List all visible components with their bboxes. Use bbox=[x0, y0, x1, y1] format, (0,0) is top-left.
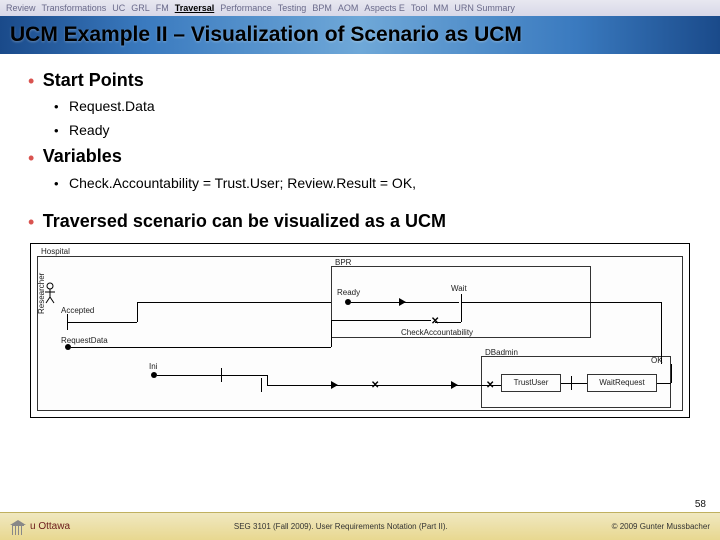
nav-item[interactable]: Aspects E bbox=[364, 3, 405, 13]
university-logo-icon bbox=[10, 520, 26, 534]
bullet-icon: • bbox=[54, 123, 59, 138]
actor-label: Researcher bbox=[37, 272, 46, 313]
title-banner: UCM Example II – Visualization of Scenar… bbox=[0, 16, 720, 54]
bullet-icon: • bbox=[28, 71, 34, 91]
path-line bbox=[71, 347, 331, 348]
wait-label: Wait bbox=[451, 284, 467, 293]
page-title: UCM Example II – Visualization of Scenar… bbox=[10, 23, 522, 47]
trustuser-box: TrustUser bbox=[501, 374, 561, 392]
path-line bbox=[661, 302, 662, 364]
footer-center: SEG 3101 (Fall 2009). User Requirements … bbox=[234, 522, 448, 531]
bullet-text: Start Points bbox=[43, 70, 144, 90]
path-line bbox=[137, 302, 331, 303]
bullet-main: • Traversed scenario can be visualized a… bbox=[28, 211, 692, 233]
path-line bbox=[435, 322, 461, 323]
nav-item[interactable]: Performance bbox=[220, 3, 272, 13]
bullet-main: • Variables bbox=[28, 146, 692, 168]
path-line bbox=[561, 383, 587, 384]
ini-label: Ini bbox=[149, 362, 157, 371]
path-line bbox=[67, 322, 137, 323]
path-line bbox=[461, 302, 462, 322]
nav-item-active[interactable]: Traversal bbox=[175, 3, 215, 13]
bullet-sub: • Ready bbox=[54, 122, 692, 140]
bullet-text: Check.Accountability = Trust.User; Revie… bbox=[69, 175, 416, 191]
nav-item[interactable]: Transformations bbox=[42, 3, 107, 13]
bullet-text: Request.Data bbox=[69, 98, 155, 114]
ucm-diagram: Hospital Researcher BPR DBadmin Accepted… bbox=[30, 243, 690, 418]
hospital-label: Hospital bbox=[41, 247, 70, 256]
path-line bbox=[671, 364, 672, 383]
top-nav: Review Transformations UC GRL FM Travers… bbox=[0, 0, 720, 16]
nav-item[interactable]: MM bbox=[433, 3, 448, 13]
trustuser-label: TrustUser bbox=[502, 378, 560, 387]
bullet-icon: • bbox=[28, 212, 34, 232]
waitrequest-box: WaitRequest bbox=[587, 374, 657, 392]
path-line bbox=[137, 302, 138, 322]
page-number: 58 bbox=[695, 499, 706, 510]
footer: u Ottawa SEG 3101 (Fall 2009). User Requ… bbox=[0, 512, 720, 540]
path-line bbox=[657, 383, 671, 384]
bullet-icon: • bbox=[54, 99, 59, 114]
connector-bar bbox=[221, 368, 222, 382]
connector-bar bbox=[261, 378, 262, 392]
path-line bbox=[331, 320, 332, 347]
nav-item[interactable]: Tool bbox=[411, 3, 428, 13]
nav-item[interactable]: BPM bbox=[312, 3, 332, 13]
nav-item[interactable]: AOM bbox=[338, 3, 359, 13]
accepted-label: Accepted bbox=[61, 306, 94, 315]
ready-label: Ready bbox=[337, 288, 360, 297]
bpr-label: BPR bbox=[335, 258, 351, 267]
checkaccount-label: CheckAccountability bbox=[401, 328, 473, 337]
responsibility-icon: ✕ bbox=[486, 380, 494, 391]
path-line bbox=[267, 375, 268, 385]
bullet-icon: • bbox=[28, 148, 34, 168]
nav-item[interactable]: Testing bbox=[278, 3, 307, 13]
bullet-sub: • Request.Data bbox=[54, 98, 692, 116]
nav-item[interactable]: GRL bbox=[131, 3, 150, 13]
nav-item[interactable]: FM bbox=[156, 3, 169, 13]
bullet-text: Variables bbox=[43, 146, 122, 166]
bullet-main: • Start Points bbox=[28, 70, 692, 92]
waitrequest-label: WaitRequest bbox=[588, 378, 656, 387]
arrow-icon bbox=[451, 381, 458, 389]
dbadmin-label: DBadmin bbox=[485, 348, 518, 357]
path-line bbox=[461, 302, 661, 303]
bullet-text: Ready bbox=[69, 122, 109, 138]
path-line bbox=[331, 320, 431, 321]
bullet-icon: • bbox=[54, 176, 59, 191]
ok-label: OK bbox=[651, 356, 663, 365]
path-line bbox=[267, 385, 501, 386]
nav-item[interactable]: Review bbox=[6, 3, 36, 13]
arrow-icon bbox=[331, 381, 338, 389]
bullet-text: Traversed scenario can be visualized as … bbox=[43, 211, 446, 231]
path-line bbox=[157, 375, 267, 376]
nav-item[interactable]: URN Summary bbox=[454, 3, 515, 13]
bullet-sub: • Check.Accountability = Trust.User; Rev… bbox=[54, 175, 692, 193]
nav-item[interactable]: UC bbox=[112, 3, 125, 13]
university-name: u Ottawa bbox=[30, 521, 70, 532]
footer-right: © 2009 Gunter Mussbacher bbox=[612, 522, 710, 531]
arrow-icon bbox=[399, 298, 406, 306]
content-area: • Start Points • Request.Data • Ready • … bbox=[0, 54, 720, 428]
responsibility-icon: ✕ bbox=[371, 380, 379, 391]
